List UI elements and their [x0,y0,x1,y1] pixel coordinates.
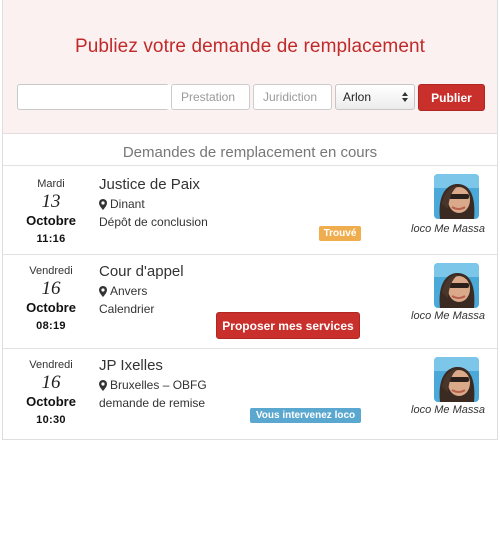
person-name: loco Me Massa [411,310,485,322]
person-name: loco Me Massa [411,404,485,416]
list-header: Demandes de remplacement en cours [3,134,497,166]
court-name: Justice de Paix [99,176,200,193]
day-number: 16 [41,372,61,393]
date-picker[interactable] [17,84,207,110]
request-row: Vendredi 16 Octobre 10:30 JP Ixelles Bru… [3,349,497,438]
request-info: Justice de Paix Dinant Dépôt de conclusi… [99,176,208,229]
city-name: Bruxelles – OBFG [110,378,207,392]
status-badge: Trouvé [319,226,361,241]
weekday: Vendredi [29,359,73,371]
weekday: Mardi [37,178,65,190]
avatar [434,357,479,402]
time: 10:30 [36,414,66,426]
city-line: Anvers [99,284,184,298]
offer-services-button[interactable]: Proposer mes services [216,312,360,339]
request-date: Mardi 13 Octobre 11:16 [11,178,91,245]
status-badge: Vous intervenez loco [250,408,361,423]
city-line: Dinant [99,197,208,211]
task: Dépôt de conclusion [99,215,208,229]
court-name: Cour d'appel [99,263,184,280]
form-title: Publiez votre demande de remplacement [74,36,426,57]
request-date: Vendredi 16 Octobre 10:30 [11,359,91,426]
person-name: loco Me Massa [411,223,485,235]
publish-form: Publiez votre demande de remplacement A [3,0,497,134]
month: Octobre [26,300,76,315]
map-pin-icon [99,285,107,297]
time: 11:16 [36,233,66,245]
day-number: 13 [41,191,61,212]
task: Calendrier [99,302,155,316]
city-select[interactable]: Arlon [335,84,415,110]
juridiction-input[interactable] [253,84,332,110]
task: demande de remise [99,396,206,410]
time: 08:19 [36,320,66,332]
avatar-image [434,357,479,402]
month: Octobre [26,394,76,409]
weekday: Vendredi [29,265,73,277]
day-number: 16 [41,278,61,299]
avatar [434,263,479,308]
request-row: Vendredi 16 Octobre 08:19 Cour d'appel A… [3,255,497,349]
court-name: JP Ixelles [99,357,163,374]
city-name: Dinant [110,197,145,211]
avatar-image [434,174,479,219]
city-select-value: Arlon [343,90,372,104]
city-line: Bruxelles – OBFG [99,378,207,392]
avatar-image [434,263,479,308]
date-input[interactable] [18,85,195,109]
request-info: JP Ixelles Bruxelles – OBFG demande de r… [99,357,207,410]
map-pin-icon [99,198,107,210]
month: Octobre [26,213,76,228]
map-pin-icon [99,379,107,391]
request-info: Cour d'appel Anvers Calendrier [99,263,184,316]
avatar [434,174,479,219]
app-frame: Publiez votre demande de remplacement A [2,0,498,440]
select-arrows-icon [402,92,408,102]
publish-button[interactable]: Publier [418,84,485,111]
city-name: Anvers [110,284,148,298]
prestation-input[interactable] [171,84,250,110]
request-date: Vendredi 16 Octobre 08:19 [11,265,91,332]
request-row: Mardi 13 Octobre 11:16 Justice de Paix D… [3,166,497,255]
